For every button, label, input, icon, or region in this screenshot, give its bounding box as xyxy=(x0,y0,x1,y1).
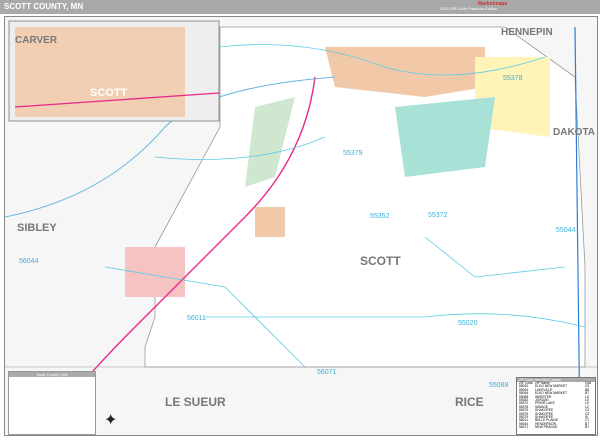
header: SCOTT COUNTY, MN 2020 ZIP Code Premium E… xyxy=(0,0,600,14)
zip-label: 55352 xyxy=(370,213,390,220)
county-label-rice: RICE xyxy=(455,395,484,409)
zip-label: 55378 xyxy=(503,75,523,82)
map-title: SCOTT COUNTY, MN xyxy=(4,2,84,11)
zip-label: 55020 xyxy=(458,320,478,327)
inset-county-label: SCOTT xyxy=(90,87,128,99)
zip-label: 56071 xyxy=(317,369,337,376)
map-legend: Scott County, MN xyxy=(8,371,96,435)
table-cell: 56071 xyxy=(519,425,529,430)
zip-label: 55379 xyxy=(343,150,363,157)
table-cell: B7 xyxy=(585,425,590,430)
zip-index-table: ZIP Code Index/Grid Locator ZIP Code ZIP… xyxy=(516,377,596,435)
county-label-dakota: DAKOTA xyxy=(553,127,596,138)
county-label-carver: CARVER xyxy=(15,35,58,46)
county-label-sibley: SIBLEY xyxy=(17,222,57,234)
county-label-le-sueur: LE SUEUR xyxy=(165,395,226,409)
zip-label: 56044 xyxy=(19,258,39,265)
zip-label: 55088 xyxy=(489,382,509,389)
zip-label: 55044 xyxy=(556,227,576,234)
table-cell: NEW PRAGUE xyxy=(535,425,558,430)
county-label-scott: SCOTT xyxy=(360,254,401,268)
zip-label: 55372 xyxy=(428,212,448,219)
publisher-logo: Marketmaps xyxy=(478,1,508,7)
zip-label: 56011 xyxy=(187,315,206,322)
table-row: 56071 NEW PRAGUE B7 xyxy=(517,425,595,430)
compass-rose-icon: ✦ xyxy=(104,412,118,429)
county-label-hennepin: HENNEPIN xyxy=(501,27,553,38)
legend-title: Scott County, MN xyxy=(9,372,95,377)
